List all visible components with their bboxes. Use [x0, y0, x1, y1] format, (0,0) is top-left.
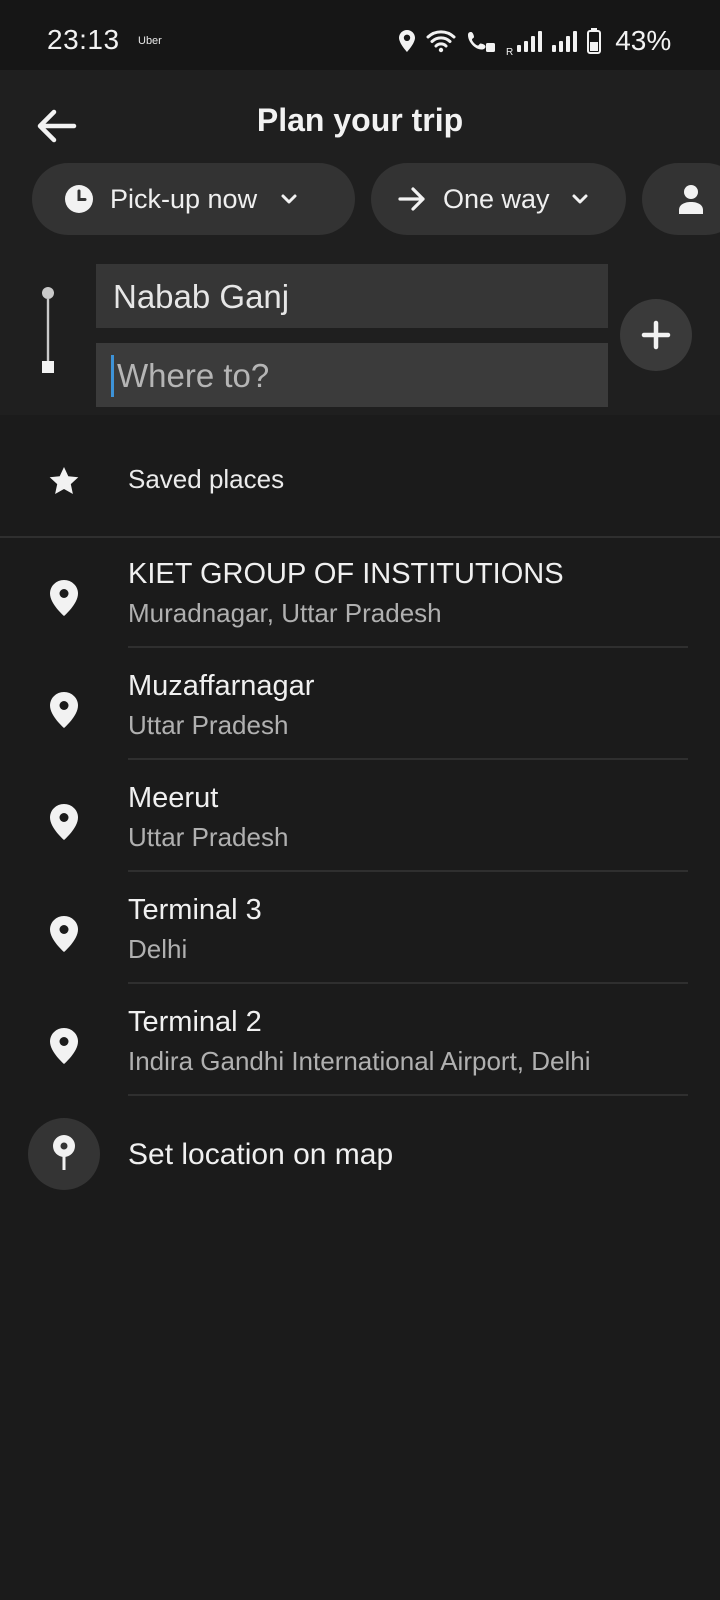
list-item[interactable]: Muzaffarnagar Uttar Pradesh	[0, 650, 720, 762]
text-caret	[111, 355, 114, 397]
place-subtitle: Indira Gandhi International Airport, Del…	[128, 1046, 591, 1076]
signal-2-icon	[552, 30, 578, 52]
list-divider	[128, 982, 688, 984]
list-item[interactable]: Terminal 2 Indira Gandhi International A…	[0, 986, 720, 1098]
place-subtitle: Uttar Pradesh	[128, 822, 289, 852]
map-pin-icon	[53, 1135, 75, 1170]
list-divider	[128, 870, 688, 872]
pickup-time-label: Pick-up now	[110, 183, 258, 214]
status-app-label: Uber	[138, 35, 162, 47]
saved-places-item[interactable]: Saved places	[0, 420, 720, 536]
pickup-time-chip[interactable]: Pick-up now	[32, 163, 355, 235]
rider-chip[interactable]	[642, 163, 720, 235]
battery-icon	[587, 28, 602, 54]
place-name: Terminal 3	[128, 894, 262, 926]
status-bar: 23:13 Uber R 43%	[0, 0, 720, 70]
list-divider	[128, 1094, 688, 1096]
plus-icon	[641, 320, 671, 350]
place-subtitle: Muradnagar, Uttar Pradesh	[128, 598, 442, 628]
trip-type-chip[interactable]: One way	[371, 163, 626, 235]
route-connector-icon	[42, 287, 54, 373]
map-pin-icon	[50, 916, 78, 952]
destination-input[interactable]	[113, 353, 583, 399]
list-divider	[128, 646, 688, 648]
roaming-indicator: R	[506, 47, 514, 58]
clock-icon	[65, 185, 93, 213]
place-subtitle: Uttar Pradesh	[128, 710, 289, 740]
trip-type-label: One way	[443, 183, 550, 214]
battery-percent: 43%	[615, 25, 672, 56]
list-divider	[128, 758, 688, 760]
page-title: Plan your trip	[256, 102, 464, 138]
place-name: Meerut	[128, 782, 219, 814]
map-pin-icon	[50, 692, 78, 728]
map-pin-icon	[50, 804, 78, 840]
map-pin-icon	[50, 580, 78, 616]
map-pin-icon	[50, 1028, 78, 1064]
list-item[interactable]: KIET GROUP OF INSTITUTIONS Muradnagar, U…	[0, 538, 720, 650]
wifi-icon	[426, 30, 456, 53]
set-location-label: Set location on map	[128, 1138, 394, 1171]
arrow-right-icon	[398, 187, 425, 211]
chevron-down-icon	[281, 194, 297, 204]
list-item[interactable]: Terminal 3 Delhi	[0, 874, 720, 986]
set-location-on-map-item[interactable]: Set location on map	[0, 1116, 720, 1200]
chevron-down-icon	[572, 194, 588, 204]
destination-field[interactable]	[96, 343, 608, 407]
pickup-value: Nabab Ganj	[113, 278, 290, 315]
status-icons: R 43%	[398, 24, 671, 58]
place-name: Terminal 2	[128, 1006, 262, 1038]
star-icon	[49, 467, 79, 494]
map-pin-badge	[28, 1118, 100, 1190]
location-icon	[399, 30, 415, 52]
status-time: 23:13	[47, 24, 120, 55]
person-icon	[679, 185, 703, 214]
place-name: KIET GROUP OF INSTITUTIONS	[128, 558, 564, 590]
place-name: Muzaffarnagar	[128, 670, 315, 702]
signal-1-icon	[517, 30, 543, 52]
place-subtitle: Delhi	[128, 934, 188, 964]
list-item[interactable]: Meerut Uttar Pradesh	[0, 762, 720, 874]
add-stop-button[interactable]	[620, 299, 692, 371]
saved-places-label: Saved places	[128, 464, 285, 494]
pickup-field[interactable]: Nabab Ganj	[96, 264, 608, 328]
wifi-call-icon	[468, 32, 495, 52]
